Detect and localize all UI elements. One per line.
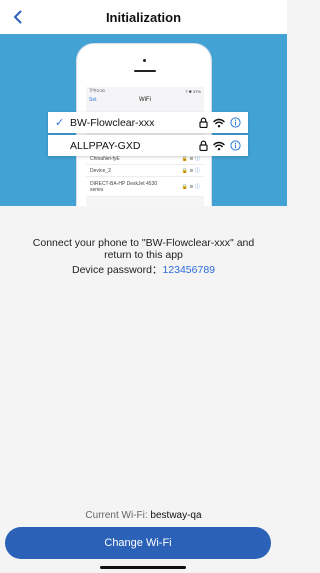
- speaker-slot: [134, 70, 156, 72]
- current-wifi: Current Wi-Fi: bestway-qa: [0, 510, 287, 521]
- device-password: Device password：123456789: [0, 262, 287, 277]
- mini-network-icons: 🔒 ≋ ⓘ: [181, 168, 200, 174]
- mini-network-icons: 🔒 ≋ ⓘ: [181, 184, 200, 190]
- mini-network-list: ChinaNet-fyE 🔒 ≋ ⓘ Device_2 🔒 ≋ ⓘ DIRECT…: [86, 153, 204, 197]
- status-indicators: 7 ✱ 37%: [185, 88, 201, 94]
- info-icon: [230, 140, 241, 151]
- page-title: Initialization: [105, 10, 182, 25]
- navigation-bar: Initialization: [0, 0, 287, 34]
- device-password-label: Device password：: [71, 264, 163, 276]
- mini-network-name: ChinaNet-fyE: [90, 155, 120, 162]
- instruction-text: Connect your phone to "BW-Flowclear-xxx"…: [32, 237, 255, 261]
- change-wifi-button[interactable]: Change Wi-Fi: [5, 527, 271, 559]
- checkmark-icon: ✓: [55, 117, 65, 129]
- wifi-icon: [213, 141, 225, 150]
- wifi-icon: [213, 118, 225, 127]
- network-card-selected: ✓ BW-Flowclear-xxx: [48, 112, 248, 133]
- instruction-illustration: 下午2:20 7 ✱ 37% Set WiFi ChinaNet-fyE 🔒 ≋…: [0, 34, 287, 206]
- network-icons: [199, 140, 241, 151]
- mini-network-name: DIRECT-BA-HP DeskJet 4530 series: [90, 180, 158, 193]
- lock-icon: [199, 117, 208, 128]
- current-wifi-value: bestway-qa: [150, 510, 202, 521]
- wifi-settings-title: WiFi: [139, 97, 151, 103]
- status-time: 下午2:20: [89, 88, 105, 93]
- wifi-settings-header: Set WiFi: [86, 95, 204, 106]
- network-name: ALLPPAY-GXD: [70, 139, 141, 152]
- lock-icon: [199, 140, 208, 151]
- current-wifi-label: Current Wi-Fi:: [85, 510, 151, 521]
- list-item: DIRECT-BA-HP DeskJet 4530 series 🔒 ≋ ⓘ: [86, 177, 204, 197]
- status-bar: 下午2:20 7 ✱ 37%: [86, 87, 204, 95]
- network-card: ALLPPAY-GXD: [48, 135, 248, 156]
- network-name: BW-Flowclear-xxx: [70, 116, 155, 129]
- network-icons: [199, 117, 241, 128]
- home-indicator: [100, 566, 186, 569]
- info-icon: [230, 117, 241, 128]
- device-password-value: 123456789: [162, 264, 215, 276]
- camera-dot: [143, 59, 146, 62]
- mini-network-name: Device_2: [90, 167, 111, 174]
- mini-network-icons: 🔒 ≋ ⓘ: [181, 156, 200, 162]
- list-item: Device_2 🔒 ≋ ⓘ: [86, 165, 204, 177]
